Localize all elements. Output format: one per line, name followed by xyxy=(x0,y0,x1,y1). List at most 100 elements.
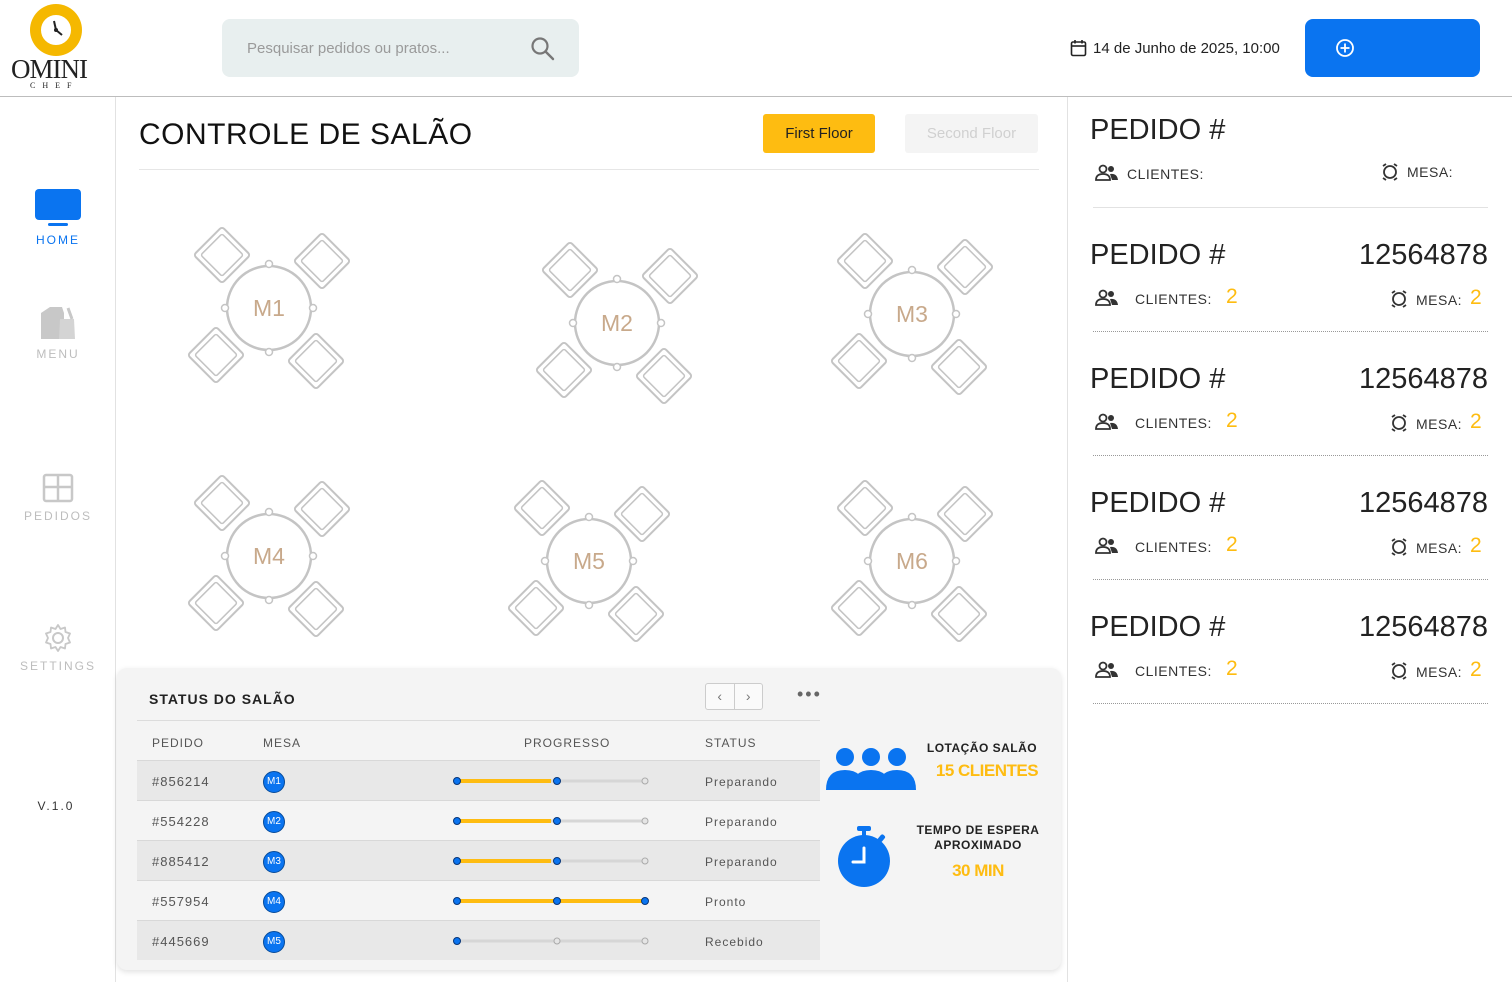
progress-bar xyxy=(453,777,649,785)
tab-second-floor[interactable]: Second Floor xyxy=(905,114,1038,153)
order-number: 12564878 xyxy=(1358,239,1488,271)
dining-table-m5[interactable]: M5 xyxy=(499,471,679,651)
clients-icon xyxy=(1095,164,1118,181)
logo-clock-icon xyxy=(30,4,82,56)
order-card[interactable]: PEDIDO # 12564878 CLIENTES: 2 MESA: 2 xyxy=(1090,363,1490,483)
page-title: CONTROLE DE SALÃO xyxy=(139,118,473,151)
order-status: Pronto xyxy=(705,895,747,909)
plus-circle-icon xyxy=(1336,39,1354,57)
stopwatch-icon xyxy=(838,826,890,887)
occupancy-value: 15 CLIENTES xyxy=(935,761,1039,780)
occupancy-label: LOTAÇÃO SALÃO xyxy=(926,741,1038,755)
sidebar-item-label: HOME xyxy=(36,233,80,247)
table-icon xyxy=(1382,163,1398,181)
monitor-icon xyxy=(35,189,81,226)
sidebar: HOME MENU PEDIDOS SETTINGS V.1.0 xyxy=(0,97,116,982)
table-row[interactable]: #445669 M5 Recebido xyxy=(137,920,820,960)
order-status: Preparando xyxy=(705,775,778,789)
sidebar-item-settings[interactable]: SETTINGS xyxy=(0,623,116,673)
table-icon xyxy=(1391,290,1407,308)
column-header: PROGRESSO xyxy=(524,736,611,750)
grid-icon xyxy=(42,473,74,503)
tab-first-floor[interactable]: First Floor xyxy=(763,114,875,153)
clients-icon xyxy=(1095,289,1118,306)
sidebar-item-pedidos[interactable]: PEDIDOS xyxy=(0,473,116,523)
column-header: PEDIDO xyxy=(152,736,205,750)
wait-value: 30 MIN xyxy=(952,861,1004,880)
table-label: MESA: xyxy=(1416,664,1463,680)
table-row[interactable]: #554228 M2 Preparando xyxy=(137,800,820,840)
search-icon[interactable] xyxy=(530,36,556,62)
order-label: PEDIDO # xyxy=(1090,487,1226,519)
current-date: 14 de Junho de 2025, 10:00 xyxy=(1070,39,1280,57)
table-label: M5 xyxy=(573,548,605,574)
sidebar-item-label: SETTINGS xyxy=(19,659,96,673)
sidebar-item-label: MENU xyxy=(36,347,80,361)
dining-table-m1[interactable]: M1 xyxy=(179,218,359,398)
table-badge: M3 xyxy=(263,851,285,873)
dining-table-m3[interactable]: M3 xyxy=(822,224,1002,404)
table-icon xyxy=(1391,538,1407,556)
table-row[interactable]: #557954 M4 Pronto xyxy=(137,880,820,920)
order-card[interactable]: PEDIDO # 12564878 CLIENTES: 2 MESA: 2 xyxy=(1090,239,1490,359)
table-badge: M2 xyxy=(263,811,285,833)
order-status: Preparando xyxy=(705,855,778,869)
order-id: #557954 xyxy=(152,894,210,909)
order-label: PEDIDO # xyxy=(1090,239,1226,271)
progress-bar xyxy=(453,897,649,905)
column-header: MESA xyxy=(263,736,302,750)
table-row[interactable]: #885412 M3 Preparando xyxy=(137,840,820,880)
divider xyxy=(137,720,820,721)
order-number: 12564878 xyxy=(1358,611,1488,643)
clients-count: 2 xyxy=(1226,533,1238,556)
dining-table-m2[interactable]: M2 xyxy=(527,233,707,413)
search-input[interactable]: Pesquisar pedidos ou pratos... xyxy=(222,19,579,77)
more-options-icon[interactable]: ••• xyxy=(797,684,822,705)
wait-label-1: TEMPO DE ESPERA xyxy=(916,823,1040,837)
column-header: STATUS xyxy=(705,736,757,750)
chevron-left-icon[interactable]: ‹ xyxy=(706,684,735,709)
dining-table-m6[interactable]: M6 xyxy=(822,471,1002,651)
table-label: M3 xyxy=(896,301,928,327)
clients-icon xyxy=(1095,661,1118,678)
table-number: 2 xyxy=(1470,658,1482,681)
table-label: M4 xyxy=(253,543,285,569)
gear-icon xyxy=(45,624,71,652)
dining-table-m4[interactable]: M4 xyxy=(179,466,359,646)
order-label: PEDIDO # xyxy=(1090,611,1226,643)
table-row[interactable]: #856214 M1 Preparando xyxy=(137,760,820,800)
sidebar-item-menu[interactable]: MENU xyxy=(0,305,116,361)
progress-bar xyxy=(453,817,649,825)
order-label: PEDIDO # xyxy=(1090,114,1226,146)
table-badge: M5 xyxy=(263,931,285,953)
clients-count: 2 xyxy=(1226,409,1238,432)
orders-panel: PEDIDO # CLIENTES: MESA: PEDIDO # 125648… xyxy=(1067,97,1512,982)
table-number: 2 xyxy=(1470,410,1482,433)
table-icon xyxy=(1391,662,1407,680)
table-icon xyxy=(1391,414,1407,432)
clients-count: 2 xyxy=(1226,657,1238,680)
clients-label: CLIENTES: xyxy=(1135,291,1212,307)
divider xyxy=(139,169,1039,170)
sidebar-item-home[interactable]: HOME xyxy=(0,189,116,247)
new-order-button[interactable] xyxy=(1305,19,1480,77)
search-placeholder: Pesquisar pedidos ou pratos... xyxy=(247,40,450,57)
divider xyxy=(1093,207,1488,208)
omini-chef-logo[interactable]: OMINI CHEF xyxy=(8,4,98,90)
clients-count: 2 xyxy=(1226,285,1238,308)
chevron-right-icon[interactable]: › xyxy=(735,684,763,709)
order-status: Preparando xyxy=(705,815,778,829)
pager: ‹ › xyxy=(705,683,763,710)
logo-subtext: CHEF xyxy=(30,81,79,90)
order-card[interactable]: PEDIDO # 12564878 CLIENTES: 2 MESA: 2 xyxy=(1090,487,1490,607)
order-card[interactable]: PEDIDO # 12564878 CLIENTES: 2 MESA: 2 xyxy=(1090,611,1490,731)
order-id: #856214 xyxy=(152,774,210,789)
menu-bag-icon xyxy=(41,307,75,339)
clients-icon xyxy=(1095,537,1118,554)
table-label: MESA: xyxy=(1416,540,1463,556)
clients-label: CLIENTES: xyxy=(1127,166,1204,182)
order-number: 12564878 xyxy=(1358,363,1488,395)
people-group-icon xyxy=(826,748,916,790)
table-number: 2 xyxy=(1470,534,1482,557)
sidebar-item-label: PEDIDOS xyxy=(23,509,92,523)
